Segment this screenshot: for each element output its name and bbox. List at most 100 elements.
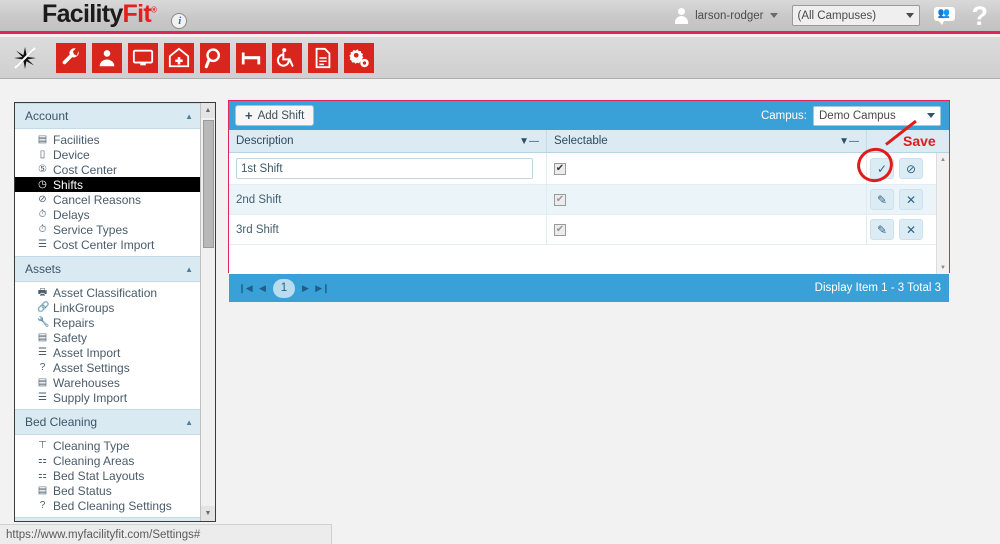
sidebar-item-bed-cleaning-settings[interactable]: ? Bed Cleaning Settings	[15, 498, 201, 513]
sidebar-item-shifts[interactable]: ◷ Shifts	[15, 177, 201, 192]
description-input[interactable]	[236, 158, 533, 179]
campus-dropdown[interactable]: Demo Campus	[813, 105, 941, 126]
sidebar-item-label: Facilities	[53, 132, 100, 147]
description-text: 3rd Shift	[236, 223, 279, 236]
sidebar-item-repairs[interactable]: 🔧 Repairs	[15, 315, 201, 330]
scroll-down-icon[interactable]: ▼	[201, 506, 215, 521]
monitor-icon[interactable]	[128, 42, 158, 73]
sidebar-item-asset-import[interactable]: ☰ Asset Import	[15, 345, 201, 360]
chevron-down-icon	[769, 13, 778, 18]
sidebar-content: Account ▲ ▤ Facilities ▯ Device ⑤ Cost Center ◷ S…	[15, 103, 201, 521]
sparkle-icon[interactable]	[10, 43, 40, 73]
help-icon[interactable]: ?	[972, 2, 989, 29]
wheelchair-icon[interactable]	[272, 42, 302, 73]
app-logo[interactable]: FacilityFit® i	[42, 1, 188, 30]
sidebar-item-delays[interactable]: ⏱ Delays	[15, 207, 201, 222]
sidebar-item-cost-center-import[interactable]: ☰ Cost Center Import	[15, 237, 201, 252]
sidebar-group-assets[interactable]: Assets ▲	[15, 256, 201, 282]
list-icon: ▤	[37, 484, 48, 496]
column-header-actions	[867, 130, 935, 152]
edit-row-button[interactable]: ✎	[870, 189, 894, 210]
grid-header-row: Description ▼— Selectable ▼—	[229, 130, 949, 153]
sidebar-group-title: Bed Cleaning	[25, 415, 98, 429]
gears-icon[interactable]	[344, 42, 374, 73]
global-campus-select[interactable]: (All Campuses)	[791, 5, 920, 26]
chat-tail-shape	[936, 18, 945, 25]
sidebar-item-warehouses[interactable]: ▤ Warehouses	[15, 375, 201, 390]
hospital-home-icon[interactable]	[164, 42, 194, 73]
global-campus-value: (All Campuses)	[797, 9, 877, 22]
document-icon[interactable]	[308, 42, 338, 73]
add-shift-button[interactable]: + Add Shift	[235, 105, 315, 126]
people-chat-icon[interactable]: 👥	[933, 6, 956, 25]
sidebar-item-cleaning-areas[interactable]: ⚏ Cleaning Areas	[15, 453, 201, 468]
cell-selectable: ✔	[547, 185, 867, 214]
sidebar-item-facilities[interactable]: ▤ Facilities	[15, 132, 201, 147]
sidebar-group-title: Assets	[25, 262, 62, 276]
sidebar-scrollbar[interactable]: ▲ ▼	[200, 103, 215, 521]
grid-body: ✔ ✓⊘ 2nd Shift ✔ ✎✕ 3rd Shift ✔ ✎✕	[229, 153, 949, 245]
scroll-up-icon[interactable]: ▲	[937, 153, 949, 166]
clock-icon: ◷	[38, 178, 47, 190]
sidebar-item-device[interactable]: ▯ Device	[15, 147, 201, 162]
sidebar-item-bed-status[interactable]: ▤ Bed Status	[15, 483, 201, 498]
sidebar-item-label: Bed Status	[53, 483, 112, 498]
pager-current-page[interactable]: 1	[273, 278, 295, 298]
sidebar-item-supply-import[interactable]: ☰ Supply Import	[15, 390, 201, 405]
sidebar-group-bed-cleaning[interactable]: Bed Cleaning ▲	[15, 409, 201, 435]
grid-toolbar: + Add Shift Campus: Demo Campus	[229, 101, 949, 130]
sidebar-item-label: Cost Center	[53, 162, 118, 177]
column-header-selectable[interactable]: Selectable ▼—	[547, 130, 867, 152]
filter-icon[interactable]: ▼—	[839, 136, 859, 147]
sidebar-item-asset-classification[interactable]: 🖶 Asset Classification	[15, 285, 201, 300]
user-menu[interactable]: larson-rodger	[674, 7, 778, 24]
sidebar-item-bed-stat-layouts[interactable]: ⚏ Bed Stat Layouts	[15, 468, 201, 483]
sidebar-item-label: Asset Import	[53, 345, 121, 360]
selectable-checkbox[interactable]: ✔	[554, 162, 566, 175]
sidebar-item-safety[interactable]: ▤ Safety	[15, 330, 201, 345]
magnifier-icon[interactable]	[200, 42, 230, 73]
alarm-clock-icon: ⏱	[38, 208, 47, 220]
scroll-down-icon[interactable]: ▼	[937, 261, 949, 274]
sidebar-item-service-types[interactable]: ⏱ Service Types	[15, 222, 201, 237]
sidebar-item-cost-center[interactable]: ⑤ Cost Center	[15, 162, 201, 177]
pager-prev-button[interactable]: ◀	[254, 280, 271, 297]
pager-first-button[interactable]: ❙◀	[237, 280, 254, 297]
cell-selectable: ✔	[547, 215, 867, 244]
sidebar-item-label: Shifts	[53, 177, 84, 192]
mop-icon: ⊤	[38, 439, 47, 451]
grid-scrollbar[interactable]: ▲ ▼	[936, 153, 949, 274]
bed-icon[interactable]	[236, 42, 266, 73]
user-icon[interactable]	[92, 42, 122, 73]
wrench-icon[interactable]	[56, 42, 86, 73]
pager-next-button[interactable]: ▶	[297, 280, 314, 297]
column-header-description[interactable]: Description ▼—	[229, 130, 547, 152]
edit-row-button[interactable]: ✎	[870, 219, 894, 240]
save-row-button[interactable]: ✓	[870, 158, 894, 179]
delete-row-button[interactable]: ✕	[899, 189, 923, 210]
info-icon[interactable]: i	[171, 13, 188, 30]
table-row[interactable]: 2nd Shift ✔ ✎ ✕	[229, 185, 949, 215]
sidebar-item-cancel-reasons[interactable]: ⊘ Cancel Reasons	[15, 192, 201, 207]
sidebar-item-cleaning-type[interactable]: ⊤ Cleaning Type	[15, 438, 201, 453]
chevron-up-icon: ▲	[185, 111, 193, 121]
pager-last-button[interactable]: ▶❙	[314, 280, 331, 297]
cancel-row-button[interactable]: ⊘	[899, 158, 923, 179]
stack-icon: ☰	[38, 391, 47, 403]
sidebar-item-asset-settings[interactable]: ? Asset Settings	[15, 360, 201, 375]
sidebar-group-inspection[interactable]: Inspection▲	[15, 517, 201, 521]
sidebar-scroll-thumb[interactable]	[203, 120, 214, 248]
sidebar-item-label: Cleaning Areas	[53, 453, 135, 468]
campus-dropdown-value: Demo Campus	[819, 109, 896, 122]
table-row[interactable]: 3rd Shift ✔ ✎ ✕	[229, 215, 949, 245]
sidebar-group-account[interactable]: Account ▲	[15, 103, 201, 129]
settings-sidebar[interactable]: Account ▲ ▤ Facilities ▯ Device ⑤ Cost Center ◷ S…	[14, 102, 216, 522]
delete-row-button[interactable]: ✕	[899, 219, 923, 240]
table-row[interactable]: ✔ ✓⊘	[229, 153, 949, 185]
filter-icon[interactable]: ▼—	[519, 136, 539, 147]
sidebar-item-label: Cost Center Import	[53, 237, 155, 252]
scroll-up-icon[interactable]: ▲	[201, 103, 215, 118]
user-name-label: larson-rodger	[695, 9, 764, 22]
plus-icon: +	[245, 108, 253, 123]
sidebar-item-linkgroups[interactable]: 🔗 LinkGroups	[15, 300, 201, 315]
